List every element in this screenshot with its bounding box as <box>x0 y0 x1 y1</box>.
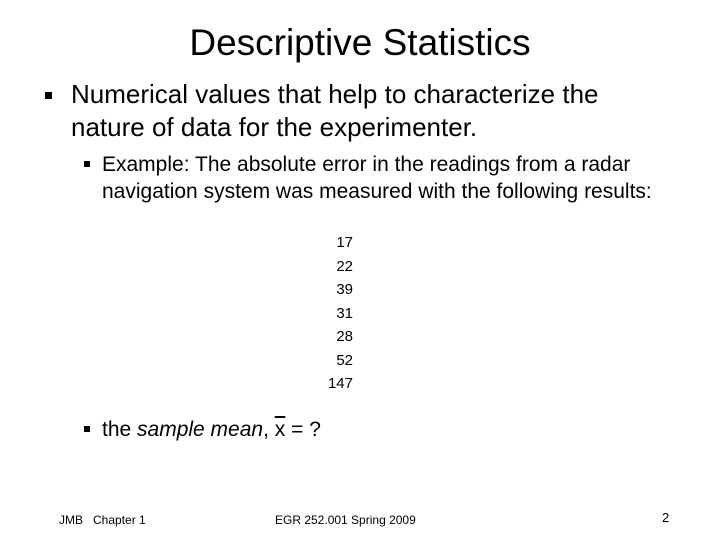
slide-title: Descriptive Statistics <box>189 22 531 63</box>
reading-value: 17 <box>336 234 353 251</box>
readings-list: 17 22 39 31 28 52 147 <box>300 231 353 396</box>
reading-value: 28 <box>336 328 353 345</box>
reading-value: 39 <box>336 281 353 298</box>
footer-author-chapter: JMB Chapter 1 <box>59 513 146 527</box>
mean-comma: , <box>263 418 275 441</box>
slide: Descriptive Statistics Numerical values … <box>0 0 720 540</box>
x-bar-symbol: x <box>274 418 286 441</box>
reading-value: 52 <box>336 351 353 369</box>
square-bullet-icon <box>84 426 90 432</box>
reading-value: 31 <box>336 304 353 322</box>
bullet-sample-mean: the sample mean, x = ? <box>84 416 321 443</box>
bullet-text: the sample mean, x = ? <box>84 416 321 443</box>
bullet-text: Numerical values that help to characteri… <box>71 79 599 142</box>
mean-suffix: = ? <box>285 418 321 441</box>
bullet-text: Example: The absolute error in the readi… <box>102 153 652 203</box>
sample-mean-term: sample mean <box>137 418 264 441</box>
bullet-example: Example: The absolute error in the readi… <box>84 151 674 205</box>
page-number: 2 <box>662 510 670 525</box>
square-bullet-icon <box>45 92 52 99</box>
reading-value: 147 <box>327 375 353 392</box>
mean-prefix: the <box>102 418 138 441</box>
footer-course: EGR 252.001 Spring 2009 <box>275 513 416 527</box>
square-bullet-icon <box>84 161 90 167</box>
bullet-numerical-values: Numerical values that help to characteri… <box>45 78 665 144</box>
reading-value: 22 <box>336 257 353 275</box>
